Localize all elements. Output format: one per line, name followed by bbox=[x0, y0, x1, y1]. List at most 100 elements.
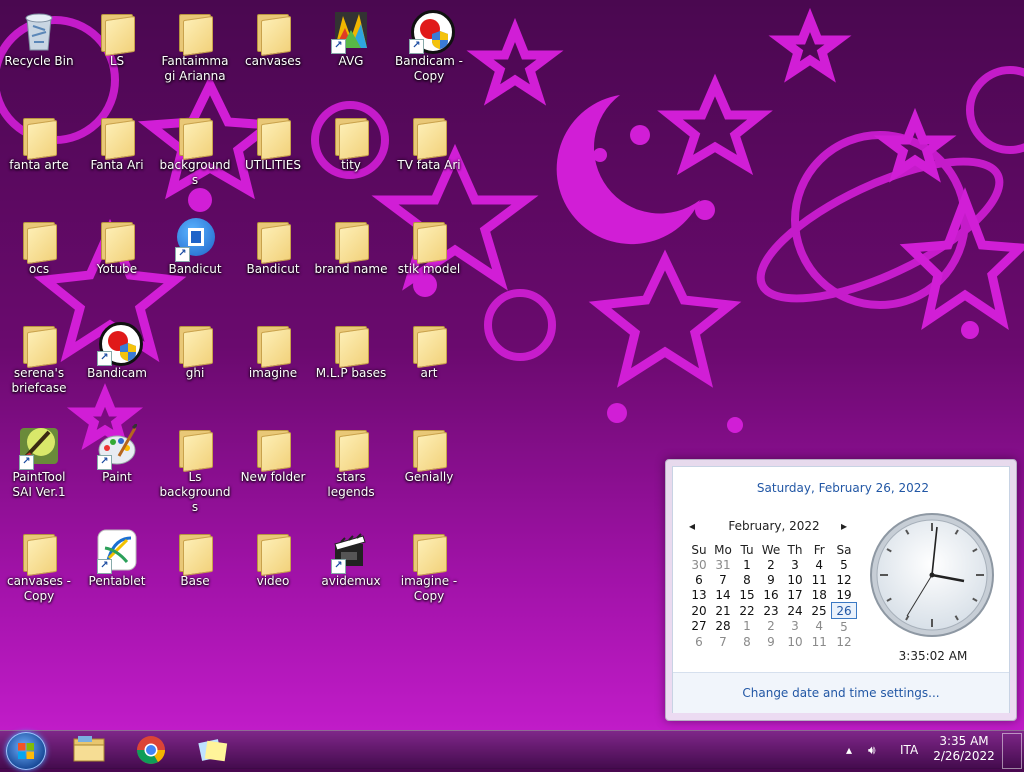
desktop-icon-art[interactable]: art bbox=[391, 314, 467, 381]
desktop-icon-recycle-bin[interactable]: Recycle Bin bbox=[1, 2, 77, 69]
desktop-icon-paint[interactable]: ↗ Paint bbox=[79, 418, 155, 485]
desktop-icon-serena-s-briefcase[interactable]: serena's briefcase bbox=[1, 314, 77, 396]
change-date-time-settings-link[interactable]: Change date and time settings... bbox=[673, 673, 1009, 713]
desktop-icon-m-l-p-bases[interactable]: M.L.P bases bbox=[313, 314, 389, 381]
desktop-icon-ls[interactable]: LS bbox=[79, 2, 155, 69]
icon-graphic bbox=[105, 119, 135, 161]
calendar-day[interactable]: 20 bbox=[687, 603, 711, 619]
calendar-day[interactable]: 12 bbox=[832, 634, 857, 649]
calendar-day[interactable]: 2 bbox=[759, 619, 783, 635]
desktop-icon-yotube[interactable]: Yotube bbox=[79, 210, 155, 277]
calendar-day[interactable]: 23 bbox=[759, 603, 783, 619]
desktop-icon-tv-fata-ari[interactable]: TV fata Ari bbox=[391, 106, 467, 173]
calendar-day[interactable]: 10 bbox=[783, 634, 807, 649]
desktop-icon-imagine-copy[interactable]: imagine - Copy bbox=[391, 522, 467, 604]
calendar-day[interactable]: 9 bbox=[759, 572, 783, 587]
calendar-day[interactable]: 3 bbox=[783, 557, 807, 572]
desktop-icon-utilities[interactable]: UTILITIES bbox=[235, 106, 311, 173]
desktop-icon-stik-model[interactable]: stik model bbox=[391, 210, 467, 277]
desktop-icon-tity[interactable]: tity bbox=[313, 106, 389, 173]
desktop-icon-video[interactable]: video bbox=[235, 522, 311, 589]
desktop-icon-avg[interactable]: ↗ AVG bbox=[313, 2, 389, 69]
desktop-icon-fanta-ari[interactable]: Fanta Ari bbox=[79, 106, 155, 173]
calendar-day[interactable]: 4 bbox=[807, 557, 832, 572]
calendar-day[interactable]: 28 bbox=[711, 619, 735, 635]
calendar-day[interactable]: 7 bbox=[711, 572, 735, 587]
calendar-day[interactable]: 1 bbox=[735, 619, 759, 635]
calendar-day[interactable]: 16 bbox=[759, 587, 783, 603]
calendar-day[interactable]: 31 bbox=[711, 557, 735, 572]
weekday-label: Sa bbox=[836, 542, 852, 557]
desktop-icon-painttool-sai-ver-1[interactable]: ↗ PaintTool SAI Ver.1 bbox=[1, 418, 77, 500]
taskbar-sticky-notes-button[interactable] bbox=[186, 733, 240, 767]
long-date-link[interactable]: Saturday, February 26, 2022 bbox=[673, 481, 1013, 495]
calendar-day[interactable]: 4 bbox=[807, 619, 832, 635]
language-indicator[interactable]: ITA bbox=[900, 731, 926, 769]
calendar-day[interactable]: 27 bbox=[687, 619, 711, 635]
calendar-day[interactable]: 11 bbox=[807, 572, 832, 587]
desktop-icon-ghi[interactable]: ghi bbox=[157, 314, 233, 381]
next-month-button[interactable]: ▸ bbox=[841, 519, 847, 533]
start-button[interactable] bbox=[6, 732, 46, 770]
desktop-icon-pentablet[interactable]: ↗ Pentablet bbox=[79, 522, 155, 589]
calendar-day[interactable]: 19 bbox=[832, 587, 857, 603]
calendar-day[interactable]: 25 bbox=[807, 603, 832, 619]
show-desktop-button[interactable] bbox=[1002, 733, 1022, 769]
desktop-icon-avidemux[interactable]: ↗ avidemux bbox=[313, 522, 389, 589]
folder-icon bbox=[409, 112, 449, 161]
desktop-icon-imagine[interactable]: imagine bbox=[235, 314, 311, 381]
volume-icon[interactable]: 🔊︎ bbox=[868, 731, 888, 769]
calendar-day[interactable]: 1 bbox=[735, 557, 759, 572]
desktop-icon-label: Yotube bbox=[96, 262, 138, 276]
desktop-icon-genially[interactable]: Genially bbox=[391, 418, 467, 485]
calendar-day[interactable]: 22 bbox=[735, 603, 759, 619]
calendar-day[interactable]: 10 bbox=[783, 572, 807, 587]
desktop-icon-fantaimmagi-arianna[interactable]: Fantaimmagi Arianna bbox=[157, 2, 233, 84]
taskbar-clock[interactable]: 3:35 AM 2/26/2022 bbox=[932, 731, 996, 772]
desktop-icon-canvases-copy[interactable]: canvases - Copy bbox=[1, 522, 77, 604]
desktop-icon-bandicut[interactable]: ↗ Bandicut bbox=[157, 210, 233, 277]
desktop-icon-ls-backgrounds[interactable]: Ls backgrounds bbox=[157, 418, 233, 515]
shortcut-arrow-icon: ↗ bbox=[409, 39, 424, 54]
icon-graphic bbox=[183, 431, 213, 473]
windows-logo-icon bbox=[18, 743, 34, 759]
calendar-day[interactable]: 8 bbox=[735, 572, 759, 587]
desktop-icon-brand-name[interactable]: brand name bbox=[313, 210, 389, 277]
taskbar-chrome-button[interactable] bbox=[124, 733, 178, 767]
desktop-icon-backgrounds[interactable]: backgrounds bbox=[157, 106, 233, 188]
calendar-day[interactable]: 21 bbox=[711, 603, 735, 619]
calendar-day[interactable]: 5 bbox=[832, 557, 857, 572]
folder-icon bbox=[331, 320, 371, 369]
desktop-icon-ocs[interactable]: ocs bbox=[1, 210, 77, 277]
desktop-icon-new-folder[interactable]: New folder bbox=[235, 418, 311, 485]
calendar-day[interactable]: 30 bbox=[687, 557, 711, 572]
desktop-icon-bandicam-copy[interactable]: ↗ Bandicam - Copy bbox=[391, 2, 467, 84]
desktop-icon-stars-legends[interactable]: stars legends bbox=[313, 418, 389, 500]
calendar-day[interactable]: 6 bbox=[687, 572, 711, 587]
month-title[interactable]: February, 2022 bbox=[719, 519, 829, 533]
taskbar-explorer-button[interactable] bbox=[62, 733, 116, 767]
calendar-day-today[interactable]: 26 bbox=[831, 602, 857, 619]
calendar-day[interactable]: 18 bbox=[807, 587, 832, 603]
calendar-day[interactable]: 14 bbox=[711, 587, 735, 603]
desktop-icon-fanta-arte[interactable]: fanta arte bbox=[1, 106, 77, 173]
desktop-icon-base[interactable]: Base bbox=[157, 522, 233, 589]
desktop-icon-bandicut[interactable]: Bandicut bbox=[235, 210, 311, 277]
desktop-icon-bandicam[interactable]: ↗ Bandicam bbox=[79, 314, 155, 381]
desktop-icon-canvases[interactable]: canvases bbox=[235, 2, 311, 69]
calendar-day[interactable]: 12 bbox=[832, 572, 857, 587]
calendar-day[interactable]: 8 bbox=[735, 634, 759, 649]
calendar-day[interactable]: 24 bbox=[783, 603, 807, 619]
calendar-day[interactable]: 17 bbox=[783, 587, 807, 603]
calendar-day[interactable]: 2 bbox=[759, 557, 783, 572]
calendar-day[interactable]: 5 bbox=[832, 619, 857, 635]
prev-month-button[interactable]: ◂ bbox=[689, 519, 695, 533]
calendar-day[interactable]: 13 bbox=[687, 587, 711, 603]
calendar-day[interactable]: 7 bbox=[711, 634, 735, 649]
show-hidden-icons-button[interactable]: ▴ bbox=[846, 731, 860, 769]
calendar-day[interactable]: 15 bbox=[735, 587, 759, 603]
calendar-day[interactable]: 6 bbox=[687, 634, 711, 649]
calendar-day[interactable]: 9 bbox=[759, 634, 783, 649]
calendar-day[interactable]: 11 bbox=[807, 634, 832, 649]
calendar-day[interactable]: 3 bbox=[783, 619, 807, 635]
